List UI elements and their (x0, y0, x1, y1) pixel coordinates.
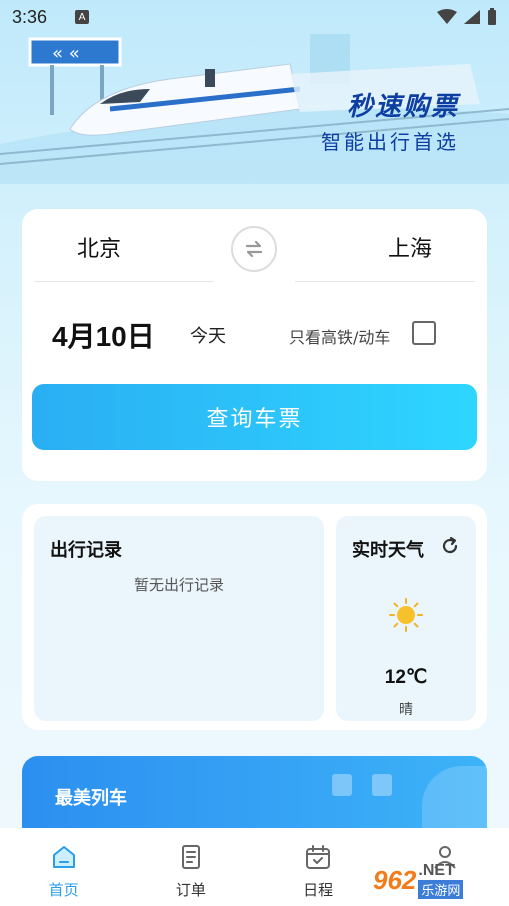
info-card: 出行记录 暂无出行记录 实时天气 12℃ 晴 (22, 504, 487, 730)
ticket-search-card: 北京 上海 4月10日 今天 只看高铁/动车 查询车票 (22, 209, 487, 481)
from-city[interactable]: 北京 (77, 231, 121, 263)
from-city-underline (34, 281, 214, 282)
temperature: 12℃ (384, 667, 428, 688)
tab-orders-label: 订单 (175, 881, 206, 899)
wifi-icon (437, 9, 457, 24)
status-time: 3:36 (12, 6, 48, 27)
notification-a-icon: A (75, 10, 90, 24)
swap-icon (245, 240, 263, 258)
swap-cities-button[interactable] (231, 226, 277, 272)
calendar-icon (306, 845, 331, 869)
train-window-decoration (372, 774, 392, 796)
banner-title: 秒速购票 (346, 92, 459, 122)
best-trains-title: 最美列车 (55, 788, 127, 809)
tab-schedule[interactable]: 日程 (255, 828, 382, 906)
travel-records-title: 出行记录 (50, 540, 122, 561)
tab-orders[interactable]: 订单 (127, 828, 254, 906)
direction-sign-text: « « (52, 43, 80, 64)
to-city-underline (295, 281, 475, 282)
departure-date[interactable]: 4月10日 (52, 315, 155, 355)
travel-records-empty: 暂无出行记录 (133, 576, 224, 594)
site-watermark: 962 .NET 乐游网 (373, 858, 503, 902)
banner-subtitle: 智能出行首选 (321, 130, 459, 154)
watermark-net: .NET (418, 861, 455, 879)
today-label: 今天 (190, 326, 226, 347)
battery-icon (488, 8, 496, 25)
train-window-decoration (332, 774, 352, 796)
home-icon (52, 846, 75, 868)
status-icons (437, 8, 497, 26)
weather-panel: 实时天气 12℃ 晴 (336, 516, 476, 721)
tab-home[interactable]: 首页 (0, 828, 127, 906)
tab-schedule-label: 日程 (303, 881, 334, 899)
watermark-logo: 962 (373, 864, 417, 895)
weather-condition: 晴 (399, 702, 413, 718)
promo-banner: « « 秒速购票 智能出行首选 (0, 24, 509, 184)
refresh-icon[interactable] (440, 536, 460, 556)
high-speed-filter-label: 只看高铁/动车 (289, 328, 391, 347)
order-icon (181, 845, 200, 869)
tab-home-label: 首页 (48, 881, 79, 899)
watermark-cn: 乐游网 (418, 879, 464, 899)
to-city[interactable]: 上海 (388, 231, 432, 263)
travel-records-panel[interactable]: 出行记录 暂无出行记录 (34, 516, 324, 721)
weather-title: 实时天气 (352, 540, 424, 561)
search-tickets-button[interactable]: 查询车票 (32, 384, 477, 450)
sunny-icon (389, 598, 423, 632)
status-bar: 3:36 A (0, 0, 509, 34)
signal-icon (464, 10, 480, 24)
high-speed-filter-checkbox[interactable] (412, 321, 436, 345)
